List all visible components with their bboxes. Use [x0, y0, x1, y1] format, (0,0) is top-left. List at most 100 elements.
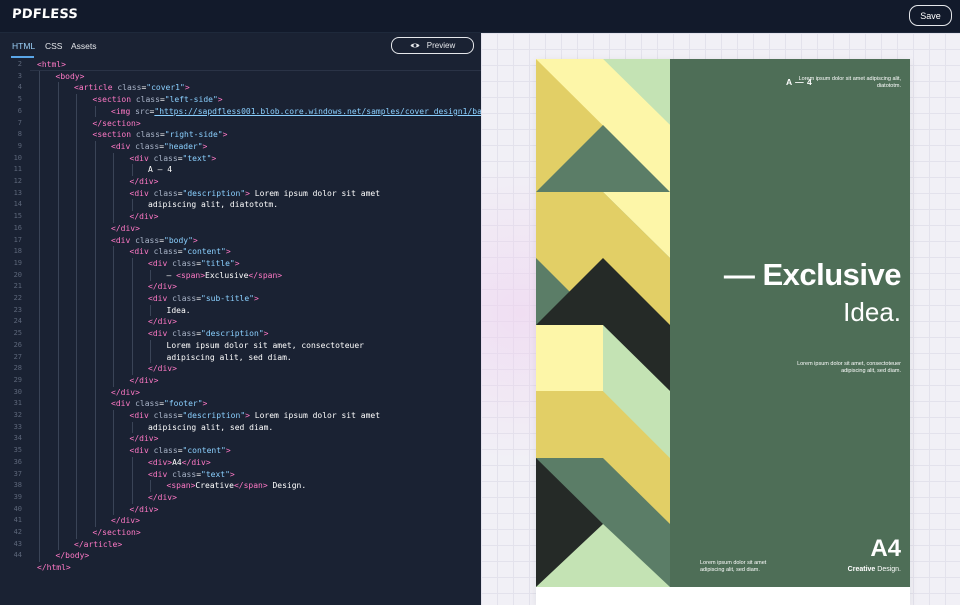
code-token: class	[135, 141, 160, 151]
indent-guide	[113, 152, 114, 223]
line-number: 20	[13, 270, 22, 279]
code-line: <div class="description"> Lorem ipsum do…	[130, 188, 381, 200]
line-number: 10	[13, 153, 22, 162]
code-token: "title"	[201, 258, 235, 268]
code-token: </html>	[37, 563, 71, 573]
code-token: <span>	[176, 270, 206, 280]
line-number: 18	[13, 247, 22, 256]
code-token: <article	[74, 83, 118, 93]
cover-footer-a4: A4	[870, 535, 901, 562]
code-token: <div	[148, 469, 173, 479]
cover-footer-description: Lorem ipsum dolor sit amet adipiscing al…	[700, 560, 767, 573]
code-line: </html>	[37, 562, 71, 574]
app-logo[interactable]: PDFLESS	[11, 7, 78, 22]
indent-guide	[131, 164, 133, 176]
preview-button[interactable]: Preview	[391, 37, 474, 54]
line-number: 39	[13, 492, 22, 501]
code-area[interactable]: 2 3 4 5 6 7 8 9 10 11 12 13 14 15 16 17 18 19 20 21 22 23 24 25…	[0, 59, 481, 605]
cover-left-side	[536, 59, 670, 587]
code-token: —	[166, 270, 177, 280]
code-token: <div	[148, 329, 173, 339]
line-number: 21	[13, 282, 22, 291]
indent-guide	[150, 480, 151, 492]
indent-guide	[113, 246, 114, 387]
code-token: class	[153, 188, 178, 198]
code-token: "content"	[182, 247, 226, 257]
save-button[interactable]: Save	[909, 5, 952, 26]
code-token: </div>	[148, 282, 177, 292]
code-token: </div>	[111, 516, 140, 526]
code-token: Design.	[267, 481, 307, 491]
tab-html[interactable]: HTML	[12, 41, 35, 51]
indent-guide	[131, 257, 133, 375]
code-token: <div	[129, 446, 154, 456]
code-token: >	[217, 95, 223, 105]
line-number: 32	[13, 411, 22, 419]
code-line: <div class="text">	[148, 469, 235, 481]
code-token: class	[172, 329, 197, 339]
code-token: src	[135, 106, 150, 116]
code-token: class	[153, 411, 178, 420]
code-token: <html>	[37, 60, 66, 69]
code-token: </div>	[129, 177, 159, 186]
code-token: class	[172, 469, 197, 479]
code-token: adipiscing alit, sed diam.	[148, 422, 274, 432]
code-token: <img	[111, 106, 136, 116]
code-line: </div>	[130, 504, 159, 516]
code-line: </div>	[148, 363, 177, 375]
tab-assets[interactable]: Assets	[71, 41, 97, 51]
eye-icon	[410, 42, 420, 49]
line-number: 41	[13, 516, 22, 525]
code-token: "description"	[201, 329, 264, 339]
tab-css[interactable]: CSS	[45, 41, 62, 51]
code-token: <div	[111, 399, 136, 409]
cover-footer-text-strong: Creative	[847, 566, 876, 573]
code-line: <div class="text">	[130, 153, 217, 165]
pattern-tile	[536, 325, 603, 391]
code-token: >	[211, 153, 217, 163]
cover-title: — Exclusive	[723, 257, 902, 292]
code-line: <div class="footer">	[111, 398, 207, 410]
code-line: </div>	[111, 515, 140, 527]
code-line: Idea.	[167, 305, 191, 317]
code-token: <section	[92, 130, 136, 140]
line-number: 24	[13, 317, 22, 326]
code-token: </div>	[148, 492, 177, 502]
line-number: 8	[17, 130, 22, 139]
code-token: class	[135, 95, 160, 105]
code-line: A — 4	[148, 164, 172, 176]
code-line: </div>	[130, 433, 159, 445]
code-token: >	[202, 141, 208, 151]
code-line: <html>	[37, 59, 66, 71]
code-line: — <span>Exclusive</span>	[167, 270, 283, 282]
code-token: "text"	[201, 469, 230, 479]
code-token: "cover1"	[146, 83, 185, 93]
line-number	[0, 562, 22, 574]
code-token: >	[229, 469, 235, 479]
code-token: </div>	[129, 504, 159, 514]
code-token: </div>	[148, 317, 177, 327]
line-number: 11	[13, 165, 22, 174]
code-token: class	[172, 258, 197, 268]
line-number: 9	[17, 141, 22, 150]
code-line: <div class="header">	[111, 141, 207, 153]
code-token: adipiscing alit, diatototm.	[148, 200, 279, 210]
line-number: 22	[13, 294, 22, 302]
code-line: </section>	[93, 118, 141, 130]
line-number: 15	[13, 212, 22, 221]
code-token: >	[234, 258, 240, 268]
line-number: 14	[13, 200, 22, 209]
code-line: <section class="right-side">	[93, 129, 228, 141]
code-line: <div class="description"> Lorem ipsum do…	[130, 410, 381, 422]
indent-guide	[131, 421, 133, 434]
code-token: <div	[111, 141, 136, 151]
code-token: >	[202, 399, 208, 409]
line-number: 30	[13, 387, 22, 396]
indent-guide	[131, 456, 133, 504]
code-token: <div	[111, 235, 136, 245]
code-token: adipiscing alit, sed diam.	[166, 352, 292, 362]
line-number: 42	[13, 528, 22, 536]
cover-article: A — 4 Lorem ipsum dolor sit amet adipisc…	[536, 59, 910, 587]
code-line: adipiscing alit, diatototm.	[148, 199, 278, 211]
code-line: </div>	[130, 211, 159, 223]
